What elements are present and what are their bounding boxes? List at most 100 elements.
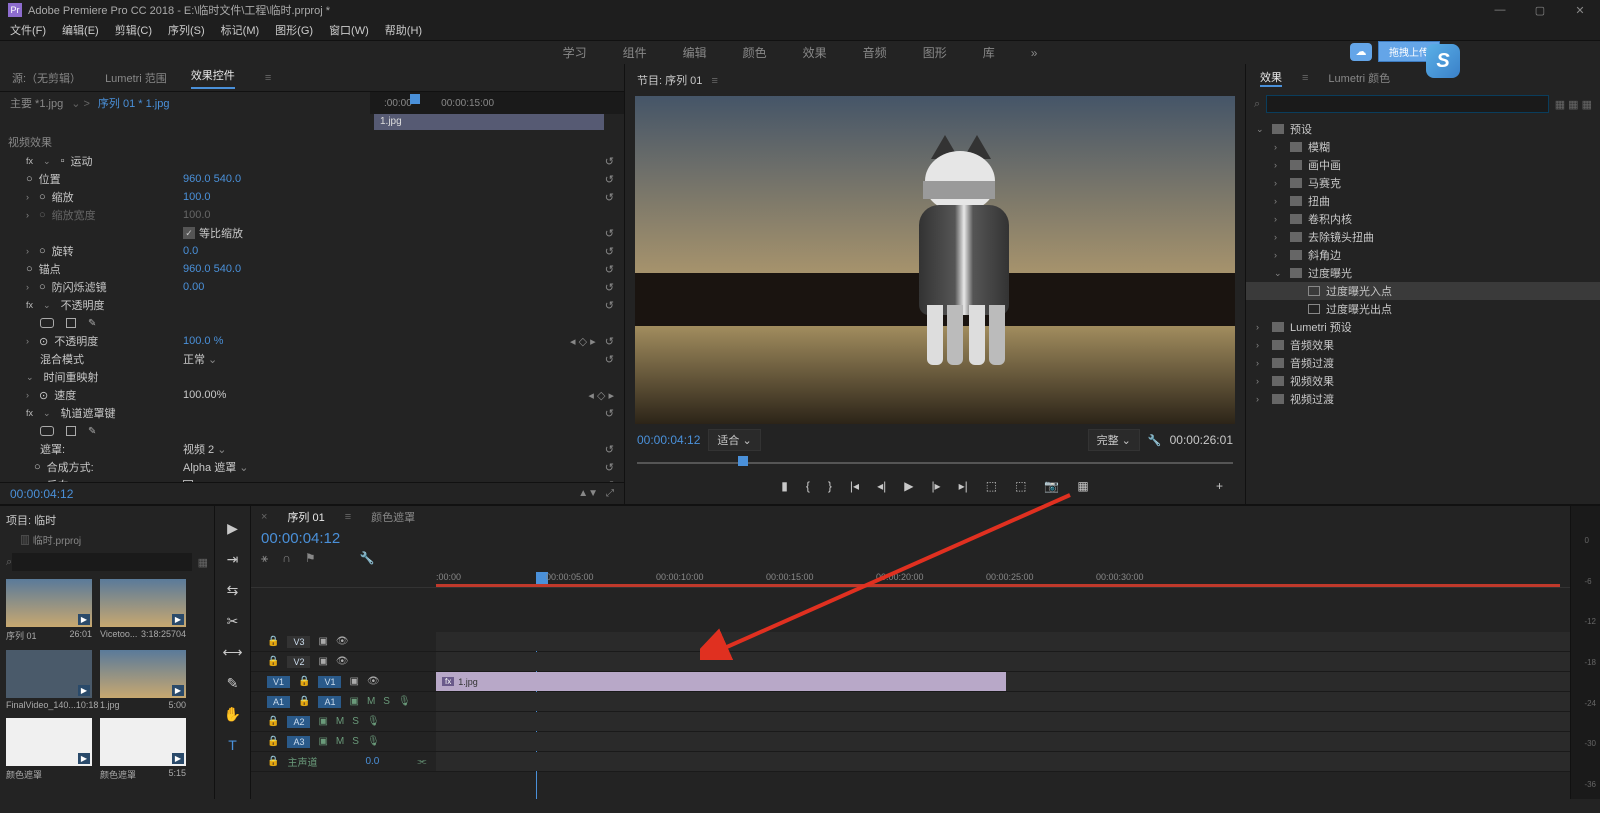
track-a2[interactable]: A2	[287, 716, 310, 728]
effect-item[interactable]: 过度曝光入点	[1246, 282, 1600, 300]
snap-icon[interactable]: ⚹	[261, 551, 268, 566]
ws-color[interactable]: 颜色	[743, 44, 767, 61]
export-frame-button[interactable]: 📷	[1044, 479, 1059, 493]
effects-menu-icon[interactable]: ≡	[1302, 72, 1308, 84]
linked-selection-icon[interactable]: ∩	[282, 551, 291, 566]
wrench-icon[interactable]: 🔧	[360, 551, 375, 566]
resolution-select[interactable]: 完整 ⌄	[1088, 429, 1140, 451]
ws-effects[interactable]: 效果	[803, 44, 827, 61]
track-v3[interactable]: V3	[287, 636, 310, 648]
minimize-button[interactable]: —	[1480, 0, 1520, 20]
effect-item[interactable]: ›视频过渡	[1246, 390, 1600, 408]
prop-anchor-value[interactable]: 960.0 540.0	[183, 263, 283, 275]
ws-audio[interactable]: 音频	[863, 44, 887, 61]
step-forward-button[interactable]: |▸	[931, 479, 940, 493]
project-tab[interactable]: 项目: 临时	[6, 515, 56, 527]
track-v1[interactable]: V1	[318, 676, 341, 688]
menu-help[interactable]: 帮助(H)	[385, 22, 422, 38]
menu-edit[interactable]: 编辑(E)	[62, 22, 99, 38]
ws-assembly[interactable]: 组件	[623, 44, 647, 61]
effect-item[interactable]: ›画中画	[1246, 156, 1600, 174]
tab-lumetri-scopes[interactable]: Lumetri 范围	[105, 70, 167, 86]
add-button[interactable]: +	[1216, 479, 1223, 493]
prop-position-value[interactable]: 960.0 540.0	[183, 173, 283, 185]
effect-item[interactable]: ›卷积内核	[1246, 210, 1600, 228]
timeline-timecode[interactable]: 00:00:04:12	[251, 528, 1570, 549]
master-clip-label[interactable]: 主要 *1.jpg	[10, 95, 63, 111]
mini-playhead[interactable]	[410, 94, 420, 104]
program-tab[interactable]: 节目: 序列 01	[637, 75, 702, 87]
track-source-v1[interactable]: V1	[267, 676, 290, 688]
effect-item[interactable]: ›模糊	[1246, 138, 1600, 156]
program-timecode[interactable]: 00:00:04:12	[637, 433, 700, 447]
bin-icon[interactable]: ▥	[20, 536, 30, 547]
tab-source[interactable]: 源:（无剪辑）	[12, 70, 81, 86]
project-search-input[interactable]	[12, 553, 191, 571]
effect-timecode[interactable]: 00:00:04:12	[10, 487, 73, 501]
ws-library[interactable]: 库	[983, 44, 995, 61]
tab-effect-controls[interactable]: 效果控件	[191, 67, 235, 89]
menu-window[interactable]: 窗口(W)	[329, 22, 369, 38]
marker-button[interactable]: ▮	[781, 479, 788, 493]
mini-clip-bar[interactable]: 1.jpg	[374, 114, 604, 130]
effect-item[interactable]: ›Lumetri 预设	[1246, 318, 1600, 336]
timeline-ruler[interactable]: :00:00 00:00:05:00 00:00:10:00 00:00:15:…	[251, 572, 1570, 588]
effect-item[interactable]: 过度曝光出点	[1246, 300, 1600, 318]
zoom-timeline-icon[interactable]: ▲▼	[578, 488, 598, 499]
scrubber-playhead[interactable]	[738, 456, 748, 466]
effect-item[interactable]: ›斜角边	[1246, 246, 1600, 264]
tab-effects[interactable]: 效果	[1260, 69, 1282, 87]
program-menu-icon[interactable]: ≡	[711, 75, 717, 87]
project-bin[interactable]: 临时.prproj	[33, 536, 81, 547]
ws-graphics[interactable]: 图形	[923, 44, 947, 61]
expand-icon[interactable]: ⤢	[606, 488, 614, 499]
effect-item[interactable]: ›音频效果	[1246, 336, 1600, 354]
effect-item[interactable]: ›音频过渡	[1246, 354, 1600, 372]
program-scrubber[interactable]	[637, 456, 1233, 470]
razor-tool[interactable]: ✂	[227, 613, 239, 630]
project-item[interactable]: ▶颜色遮罩	[6, 718, 92, 781]
maximize-button[interactable]: ▢	[1520, 0, 1560, 20]
effect-item[interactable]: ›扭曲	[1246, 192, 1600, 210]
project-item[interactable]: ▶颜色遮罩5:15	[100, 718, 186, 781]
project-item[interactable]: ▶1.jpg5:00	[100, 650, 186, 710]
ws-more[interactable]: »	[1031, 46, 1038, 60]
go-to-in-button[interactable]: |◂	[850, 479, 859, 493]
prop-blend-value[interactable]: 正常	[183, 351, 283, 367]
close-button[interactable]: ✕	[1560, 0, 1600, 20]
prop-antiflicker-value[interactable]: 0.00	[183, 281, 283, 293]
prop-reverse-checkbox[interactable]	[183, 480, 193, 482]
prop-composite-value[interactable]: Alpha 遮罩	[183, 459, 283, 475]
master-volume[interactable]: 0.0	[365, 756, 379, 767]
timeline-menu-icon[interactable]: ≡	[345, 511, 351, 523]
type-tool[interactable]: T	[228, 737, 237, 753]
play-button[interactable]: ▶	[904, 479, 913, 493]
track-v2[interactable]: V2	[287, 656, 310, 668]
effects-search-input[interactable]	[1266, 95, 1549, 113]
prop-timeremap[interactable]: 时间重映射	[44, 369, 99, 385]
effect-mini-timeline[interactable]: :00:00 00:00:15:00	[370, 92, 624, 114]
ripple-edit-tool[interactable]: ⇆	[227, 582, 239, 599]
prop-scale-value[interactable]: 100.0	[183, 191, 283, 203]
menu-sequence[interactable]: 序列(S)	[168, 22, 205, 38]
marker-icon[interactable]: ⚑	[305, 551, 316, 566]
panel-menu-icon[interactable]: ≡	[265, 72, 271, 84]
hand-tool[interactable]: ✋	[224, 706, 241, 723]
prop-speed-value[interactable]: 100.00%	[183, 389, 226, 401]
effect-item[interactable]: ›去除镜头扭曲	[1246, 228, 1600, 246]
filter-icon[interactable]: ▦ ▦ ▦	[1555, 98, 1592, 111]
extract-button[interactable]: ⬚	[1015, 479, 1026, 493]
menu-file[interactable]: 文件(F)	[10, 22, 46, 38]
lift-button[interactable]: ⬚	[986, 479, 997, 493]
prop-uniform-scale[interactable]: 等比缩放	[199, 225, 243, 241]
project-item[interactable]: ▶序列 0126:01	[6, 579, 92, 642]
track-source-a1[interactable]: A1	[267, 696, 290, 708]
comparison-button[interactable]: ▦	[1077, 479, 1088, 493]
track-a3[interactable]: A3	[287, 736, 310, 748]
settings-icon[interactable]: 🔧	[1148, 434, 1162, 447]
ws-learn[interactable]: 学习	[563, 44, 587, 61]
prop-rotation-value[interactable]: 0.0	[183, 245, 283, 257]
prop-opacity-fx[interactable]: 不透明度	[61, 297, 105, 313]
effect-item[interactable]: ›马赛克	[1246, 174, 1600, 192]
timeline-clip[interactable]: fx1.jpg	[436, 672, 1006, 691]
